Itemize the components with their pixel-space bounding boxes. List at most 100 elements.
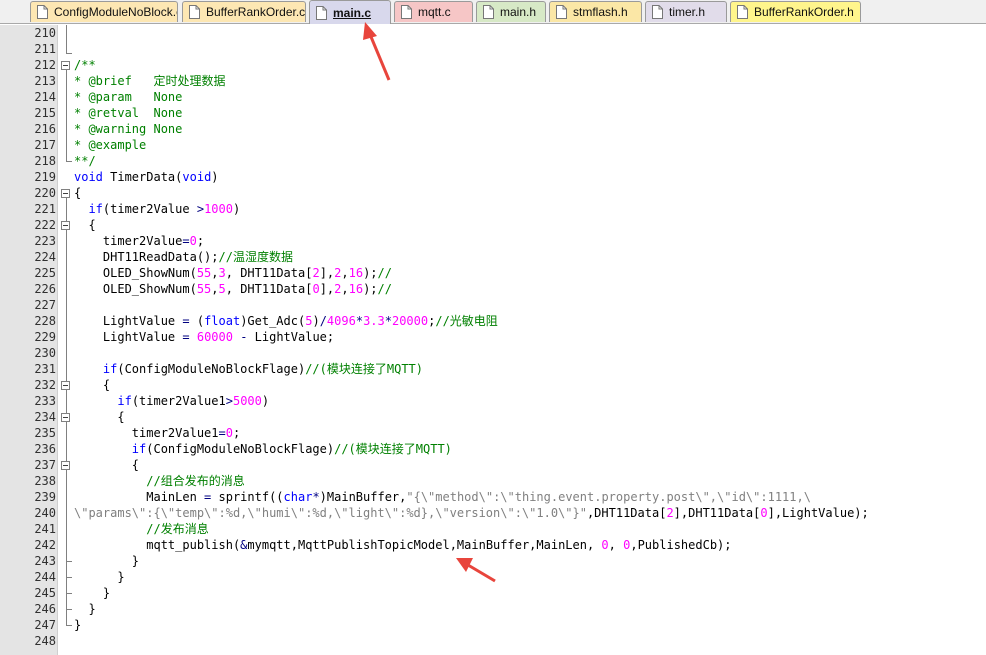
- line-number: 243: [34, 554, 56, 568]
- code-line[interactable]: 212 /**: [0, 57, 986, 73]
- code-line[interactable]: 210: [0, 25, 986, 41]
- code-token: }: [74, 586, 111, 600]
- code-token: //温湿度数据: [218, 250, 293, 264]
- code-token: /: [319, 314, 327, 328]
- code-line[interactable]: 236 if(ConfigModuleNoBlockFlage)//(模块连接了…: [0, 441, 986, 457]
- code-token: if: [102, 362, 118, 376]
- tab-label: stmflash.h: [573, 5, 628, 19]
- code-line[interactable]: 221 if(timer2Value >1000): [0, 201, 986, 217]
- code-line[interactable]: 233 if(timer2Value1>5000): [0, 393, 986, 409]
- line-number: 231: [34, 362, 56, 376]
- line-number: 210: [34, 26, 56, 40]
- line-number: 245: [34, 586, 56, 600]
- code-token: }: [74, 618, 82, 632]
- code-token: ,DHT11Data[: [586, 506, 667, 520]
- code-line[interactable]: 238 //组合发布的消息: [0, 473, 986, 489]
- code-token: 5000: [232, 394, 262, 408]
- line-number: 232: [34, 378, 56, 392]
- code-line[interactable]: 230: [0, 345, 986, 361]
- code-line[interactable]: 220 {: [0, 185, 986, 201]
- code-line[interactable]: 211: [0, 41, 986, 57]
- code-line[interactable]: 219 void TimerData(void): [0, 169, 986, 185]
- code-line[interactable]: 232 {: [0, 377, 986, 393]
- code-token: }: [74, 554, 140, 568]
- code-line[interactable]: 223 timer2Value=0;: [0, 233, 986, 249]
- line-number: 214: [34, 90, 56, 104]
- tab-configmodulenoblock-c[interactable]: ConfigModuleNoBlock.c: [30, 1, 178, 22]
- code-line[interactable]: 229 LightValue = 60000 - LightValue;: [0, 329, 986, 345]
- code-line[interactable]: 235 timer2Value1=0;: [0, 425, 986, 441]
- code-token: char: [283, 490, 313, 504]
- code-token: {: [74, 410, 125, 424]
- code-token: **/: [74, 154, 96, 168]
- code-line[interactable]: 241 //发布消息: [0, 521, 986, 537]
- code-token: /**: [74, 58, 96, 72]
- code-line[interactable]: 217 * @example: [0, 137, 986, 153]
- code-line[interactable]: 231 if(ConfigModuleNoBlockFlage)//(模块连接了…: [0, 361, 986, 377]
- code-line[interactable]: 239 MainLen = sprintf((char*)MainBuffer,…: [0, 489, 986, 505]
- code-token: 55: [196, 282, 212, 296]
- code-token: float: [204, 314, 241, 328]
- line-number: 247: [34, 618, 56, 632]
- tab-bufferrankorder-c[interactable]: BufferRankOrder.c: [182, 1, 306, 22]
- code-line[interactable]: 214 * @param None: [0, 89, 986, 105]
- line-number: 238: [34, 474, 56, 488]
- code-line[interactable]: 242 mqtt_publish(&mymqtt,MqttPublishTopi…: [0, 537, 986, 553]
- code-line[interactable]: 216 * @warning None: [0, 121, 986, 137]
- tab-main-h[interactable]: main.h: [476, 1, 546, 22]
- code-token: void: [182, 170, 212, 184]
- line-number: 221: [34, 202, 56, 216]
- tab-stmflash-h[interactable]: stmflash.h: [549, 1, 642, 22]
- code-token: 2: [312, 266, 320, 280]
- code-token: (timer2Value: [102, 202, 197, 216]
- line-number: 228: [34, 314, 56, 328]
- code-token: (timer2Value1: [131, 394, 226, 408]
- code-line[interactable]: 227: [0, 297, 986, 313]
- code-line[interactable]: 218 **/: [0, 153, 986, 169]
- tab-bufferrankorder-h[interactable]: BufferRankOrder.h: [730, 1, 861, 22]
- code-line[interactable]: 234 {: [0, 409, 986, 425]
- line-number: 223: [34, 234, 56, 248]
- code-token: 0: [312, 282, 320, 296]
- line-number: 220: [34, 186, 56, 200]
- code-token: if: [131, 442, 147, 456]
- code-line[interactable]: 237 {: [0, 457, 986, 473]
- code-line[interactable]: 215 * @retval None: [0, 105, 986, 121]
- code-text: OLED_ShowNum(55,3, DHT11Data[2],2,16);//: [74, 265, 392, 281]
- code-token: 16: [348, 266, 364, 280]
- code-token: )MainBuffer,: [319, 490, 407, 504]
- code-line[interactable]: 224 DHT11ReadData();//温湿度数据: [0, 249, 986, 265]
- code-token: //: [377, 266, 392, 280]
- tab-mqtt-c[interactable]: mqtt.c: [394, 1, 473, 22]
- line-number: 230: [34, 346, 56, 360]
- code-line[interactable]: 226 OLED_ShowNum(55,5, DHT11Data[0],2,16…: [0, 281, 986, 297]
- line-number: 241: [34, 522, 56, 536]
- code-text: void TimerData(void): [74, 169, 219, 185]
- code-text: LightValue = 60000 - LightValue;: [74, 329, 334, 345]
- tab-label: BufferRankOrder.h: [754, 5, 854, 19]
- code-line[interactable]: 213 * @brief 定时处理数据: [0, 73, 986, 89]
- code-token: ,: [211, 282, 219, 296]
- line-number: 236: [34, 442, 56, 456]
- code-text: timer2Value1=0;: [74, 425, 240, 441]
- code-token: );: [363, 282, 378, 296]
- line-number: 215: [34, 106, 56, 120]
- code-line[interactable]: 247}: [0, 617, 986, 633]
- code-token: ,PublishedCb);: [630, 538, 732, 552]
- code-line[interactable]: 248: [0, 633, 986, 649]
- code-text: * @brief 定时处理数据: [74, 73, 225, 89]
- code-line[interactable]: 225 OLED_ShowNum(55,3, DHT11Data[2],2,16…: [0, 265, 986, 281]
- line-number: 225: [34, 266, 56, 280]
- code-text: }: [74, 553, 139, 569]
- file-icon: [556, 5, 567, 19]
- code-line[interactable]: 228 LightValue = (float)Get_Adc(5)/4096*…: [0, 313, 986, 329]
- tab-label: ConfigModuleNoBlock.c: [54, 5, 178, 19]
- code-line[interactable]: 222 {: [0, 217, 986, 233]
- code-token: 0: [760, 506, 768, 520]
- code-line[interactable]: 246 }: [0, 601, 986, 617]
- code-text: {: [74, 377, 110, 393]
- tab-timer-h[interactable]: timer.h: [645, 1, 727, 22]
- code-line[interactable]: 240 \"params\":{\"temp\":%d,\"humi\":%d,\…: [0, 505, 986, 521]
- line-number: 222: [34, 218, 56, 232]
